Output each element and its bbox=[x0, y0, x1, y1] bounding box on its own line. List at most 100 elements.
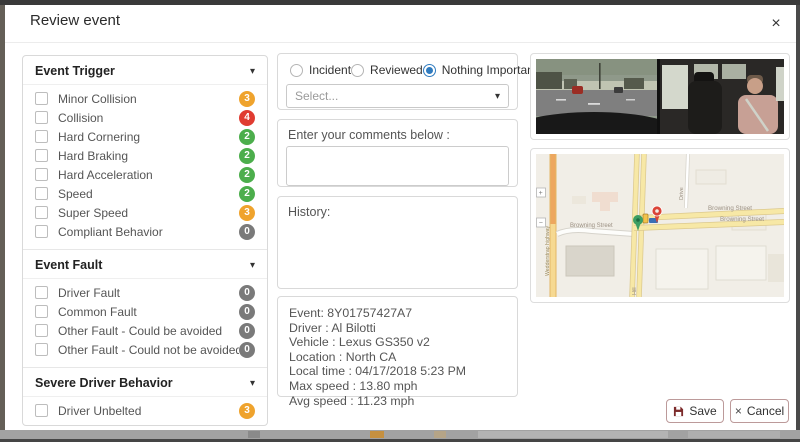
radio-nothing-important[interactable]: Nothing Important bbox=[422, 63, 537, 77]
checkbox[interactable] bbox=[35, 111, 48, 124]
save-floppy-icon bbox=[674, 406, 684, 416]
event-video-thumbnail[interactable] bbox=[530, 53, 790, 140]
checkbox[interactable] bbox=[35, 130, 48, 143]
street-label: Wedderstrap highway bbox=[545, 226, 551, 276]
count-badge: 2 bbox=[239, 185, 255, 202]
dashcam-road-and-driver-image bbox=[536, 59, 784, 134]
filter-item[interactable]: Other Fault - Could not be avoided 0 bbox=[23, 340, 267, 359]
filter-item-label: Compliant Behavior bbox=[58, 224, 163, 239]
filter-item-label: Other Fault - Could not be avoided bbox=[58, 342, 239, 357]
checkbox[interactable] bbox=[35, 343, 48, 356]
count-badge: 0 bbox=[239, 322, 255, 339]
filter-item-label: Speed bbox=[58, 186, 93, 201]
checkbox[interactable] bbox=[35, 168, 48, 181]
filter-item[interactable]: Driver Unbelted 3 bbox=[23, 401, 267, 420]
filter-item[interactable]: Speed 2 bbox=[23, 184, 267, 203]
checkbox[interactable] bbox=[35, 286, 48, 299]
detail-line: Max speed : 13.80 mph bbox=[289, 378, 418, 393]
filter-item-label: Hard Braking bbox=[58, 148, 129, 163]
event-location-map[interactable]: Browning Street Browning Street Browning… bbox=[530, 148, 790, 303]
filter-item[interactable]: Hard Acceleration 2 bbox=[23, 165, 267, 184]
section-title: Event Trigger bbox=[35, 64, 115, 78]
filter-section: Event Fault ▾ Driver Fault 0 Common Fault 0 Ot… bbox=[23, 249, 267, 364]
filter-item-label: Super Speed bbox=[58, 205, 129, 220]
detail-line: Event: 8Y01757427A7 bbox=[289, 306, 413, 320]
comments-input[interactable] bbox=[286, 146, 509, 186]
filter-item[interactable]: Other Fault - Could be avoided 0 bbox=[23, 321, 267, 340]
radio-label: Reviewed bbox=[370, 63, 423, 77]
chevron-down-icon: ▾ bbox=[249, 259, 255, 271]
warning-marker bbox=[642, 213, 649, 224]
select-placeholder: Select... bbox=[295, 89, 339, 103]
count-badge: 3 bbox=[239, 90, 255, 107]
filter-section: Event Trigger ▾ Minor Collision 3 Collision 4… bbox=[23, 56, 267, 246]
cancel-button[interactable]: × Cancel bbox=[730, 399, 789, 423]
count-badge: 0 bbox=[239, 341, 255, 358]
filter-item[interactable]: Hard Cornering 2 bbox=[23, 127, 267, 146]
street-label: Browning Street bbox=[570, 223, 613, 229]
street-label: Drive bbox=[679, 187, 685, 200]
filter-item-label: Hard Cornering bbox=[58, 129, 141, 144]
event-filter-panel: Event Trigger ▾ Minor Collision 3 Collision 4… bbox=[22, 55, 268, 426]
radio-incident[interactable]: Incident bbox=[290, 63, 351, 77]
filter-item[interactable]: Driver Fault 0 bbox=[23, 283, 267, 302]
count-badge: 0 bbox=[239, 223, 255, 240]
section-header[interactable]: Severe Driver Behavior ▾ bbox=[23, 368, 267, 397]
count-badge: 2 bbox=[239, 128, 255, 145]
section-header[interactable]: Event Trigger ▾ bbox=[23, 56, 267, 85]
count-badge: 0 bbox=[239, 303, 255, 320]
history-box: History: bbox=[277, 196, 518, 289]
checkbox[interactable] bbox=[35, 206, 48, 219]
radio-circle-icon[interactable] bbox=[290, 63, 303, 77]
filter-item[interactable]: Super Speed 3 bbox=[23, 203, 267, 222]
close-icon[interactable]: × bbox=[764, 12, 788, 36]
page-edge-left bbox=[0, 5, 5, 430]
detail-line: Location : North CA bbox=[289, 349, 397, 364]
history-label: History: bbox=[288, 205, 331, 219]
cancel-button-label: Cancel bbox=[746, 404, 785, 418]
page-edge-right bbox=[796, 5, 800, 430]
checkbox[interactable] bbox=[35, 187, 48, 200]
event-details-box: Event: 8Y01757427A7 Driver : Al Bilotti Ve… bbox=[277, 296, 518, 408]
radio-circle-icon[interactable] bbox=[351, 63, 365, 77]
checkbox[interactable] bbox=[35, 324, 48, 337]
filter-item[interactable]: Hard Braking 2 bbox=[23, 146, 267, 165]
review-event-modal: Review event × Event Trigger ▾ Minor Colli… bbox=[0, 0, 800, 442]
checkbox[interactable] bbox=[35, 149, 48, 162]
save-button[interactable]: Save bbox=[666, 399, 724, 423]
filter-item-label: Other Fault - Could be avoided bbox=[58, 323, 223, 338]
save-button-label: Save bbox=[689, 404, 717, 418]
filter-item-label: Collision bbox=[58, 110, 104, 125]
checkbox[interactable] bbox=[35, 404, 48, 417]
checkbox[interactable] bbox=[35, 92, 48, 105]
checkbox[interactable] bbox=[35, 305, 48, 318]
header-divider bbox=[5, 42, 796, 43]
status-radio-group: Incident Reviewed Nothing Important bbox=[278, 54, 537, 81]
checkbox[interactable] bbox=[35, 225, 48, 238]
count-badge: 4 bbox=[239, 109, 255, 126]
street-label: Hill bbox=[632, 287, 638, 295]
dimmed-page-background bbox=[0, 430, 800, 439]
modal-title: Review event bbox=[30, 12, 121, 29]
category-select[interactable]: Select... ▾ bbox=[286, 84, 509, 108]
filter-item[interactable]: Compliant Behavior 0 bbox=[23, 222, 267, 241]
cancel-x-icon: × bbox=[734, 404, 742, 418]
street-label: Browning Street bbox=[708, 205, 752, 212]
filter-item-label: Minor Collision bbox=[58, 91, 137, 106]
section-header[interactable]: Event Fault ▾ bbox=[23, 250, 267, 279]
svg-text:−: − bbox=[539, 220, 543, 227]
filter-item[interactable]: Minor Collision 3 bbox=[23, 89, 267, 108]
map-image: Browning Street Browning Street Browning… bbox=[536, 154, 784, 297]
radio-label: Incident bbox=[309, 63, 352, 77]
radio-circle-icon[interactable] bbox=[422, 63, 436, 77]
comments-box: Enter your comments below : bbox=[277, 119, 518, 187]
map-zoom-in-button[interactable]: + bbox=[536, 187, 546, 198]
filter-item[interactable]: Collision 4 bbox=[23, 108, 267, 127]
map-zoom-out-button[interactable]: − bbox=[536, 217, 546, 228]
count-badge: 0 bbox=[239, 284, 255, 301]
radio-reviewed[interactable]: Reviewed bbox=[351, 63, 423, 77]
checkbox bbox=[35, 426, 48, 427]
filter-item-label: Driver Fault bbox=[58, 285, 121, 300]
detail-line: Local time : 04/17/2018 5:23 PM bbox=[289, 364, 467, 379]
filter-item[interactable]: Common Fault 0 bbox=[23, 302, 267, 321]
